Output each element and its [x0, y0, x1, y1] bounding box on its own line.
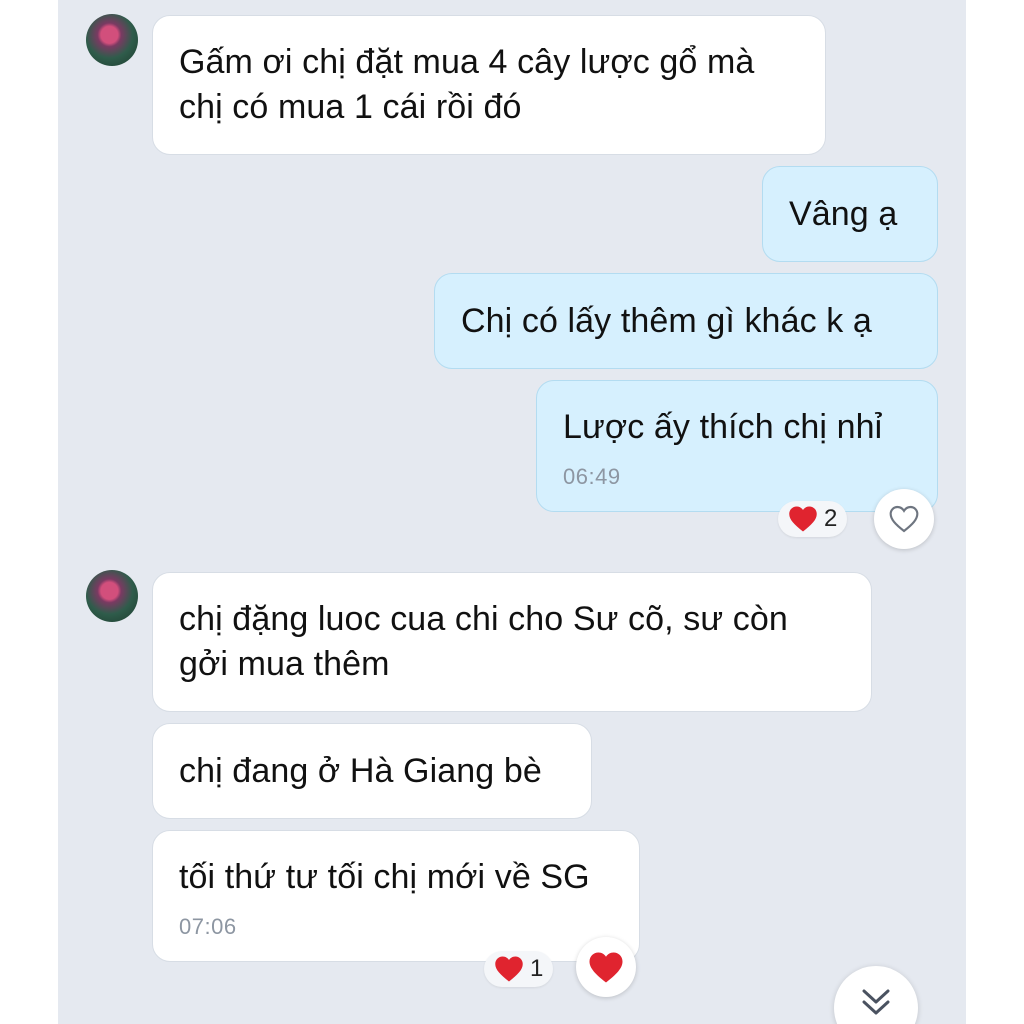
react-button[interactable]: [874, 489, 934, 549]
message-text: Gấm ơi chị đặt mua 4 cây lược gổ mà chị …: [179, 43, 755, 126]
message-timestamp: 06:49: [563, 464, 621, 489]
message-bubble-incoming[interactable]: chị đặng luoc cua chi cho Sư cõ, sư còn …: [152, 572, 872, 712]
message-text: Chị có lấy thêm gì khác k ạ: [461, 302, 872, 340]
heart-icon: [495, 956, 523, 982]
message-bubble-incoming[interactable]: Gấm ơi chị đặt mua 4 cây lược gổ mà chị …: [152, 15, 826, 155]
reaction-count: 2: [824, 505, 838, 532]
double-chevron-down-icon: [862, 989, 890, 1015]
message-bubble-incoming[interactable]: tối thứ tư tối chị mới về SG 07:06: [152, 830, 640, 962]
message-text: tối thứ tư tối chị mới về SG: [179, 858, 590, 896]
message-text: Vâng ạ: [789, 195, 898, 233]
message-timestamp: 07:06: [179, 914, 237, 939]
heart-icon: [789, 506, 817, 532]
reaction-summary[interactable]: 1: [484, 951, 554, 987]
heart-icon: [589, 952, 623, 982]
reaction-summary[interactable]: 2: [778, 501, 848, 537]
message-text: Lược ấy thích chị nhỉ: [563, 408, 883, 446]
react-button[interactable]: [576, 937, 636, 997]
reaction-count: 1: [530, 955, 544, 982]
contact-avatar[interactable]: [86, 14, 138, 66]
message-bubble-outgoing[interactable]: Vâng ạ: [762, 166, 938, 262]
message-bubble-incoming[interactable]: chị đang ở Hà Giang bè: [152, 723, 592, 819]
message-bubble-outgoing[interactable]: Chị có lấy thêm gì khác k ạ: [434, 273, 938, 369]
contact-avatar[interactable]: [86, 570, 138, 622]
heart-outline-icon: [889, 505, 919, 533]
message-text: chị đang ở Hà Giang bè: [179, 752, 542, 790]
message-text: chị đặng luoc cua chi cho Sư cõ, sư còn …: [179, 600, 788, 683]
message-bubble-outgoing[interactable]: Lược ấy thích chị nhỉ 06:49: [536, 380, 938, 512]
